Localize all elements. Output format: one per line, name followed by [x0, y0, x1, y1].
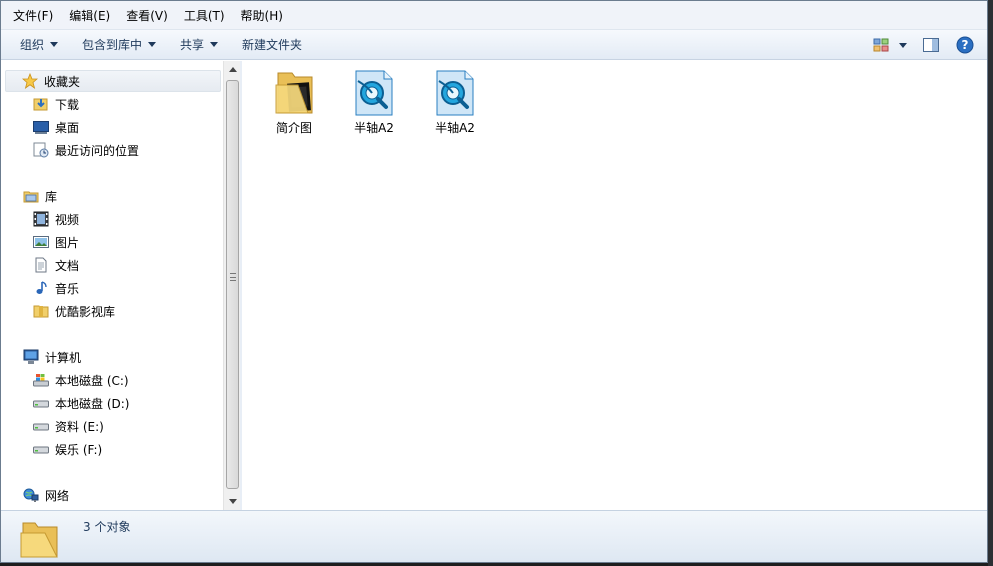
scroll-down-button[interactable] — [224, 493, 241, 510]
picture-icon — [33, 234, 49, 250]
nav-music-label: 音乐 — [55, 281, 80, 296]
nav-desktop[interactable]: 桌面 — [33, 116, 79, 138]
nav-pictures-label: 图片 — [55, 235, 80, 250]
nav-pictures[interactable]: 图片 — [33, 231, 79, 253]
nav-drive-c[interactable]: 本地磁盘 (C:) — [33, 369, 129, 391]
details-pane: 3 个对象 — [1, 510, 987, 562]
hard-drive-icon — [33, 418, 49, 434]
view-grid-icon — [873, 38, 889, 52]
file-name: 半轴A2 — [354, 121, 394, 135]
command-bar: 组织 包含到库中 共享 新建文件夹 ? — [1, 30, 987, 60]
nav-scrollbar[interactable] — [223, 61, 240, 510]
file-list: 简介图 半轴A2 半轴A2 — [242, 61, 987, 510]
nav-youku[interactable]: 优酷影视库 — [33, 300, 115, 322]
navigation-pane: 收藏夹 下载 桌面 最近访问的位置 库 视频 图片 文档 音乐 优酷影视库 计算… — [1, 61, 223, 510]
cad-file-icon — [431, 69, 479, 117]
star-icon — [22, 73, 38, 89]
chevron-down-icon — [50, 42, 59, 47]
include-in-library-button[interactable]: 包含到库中 — [73, 33, 165, 57]
folder-icon — [270, 69, 318, 117]
svg-text:?: ? — [962, 38, 969, 52]
nav-documents[interactable]: 文档 — [33, 254, 79, 276]
cad-file-icon — [350, 69, 398, 117]
grip-icon — [230, 273, 236, 281]
include-in-library-label: 包含到库中 — [82, 38, 143, 52]
menu-tools[interactable]: 工具(T) — [178, 5, 231, 26]
share-label: 共享 — [180, 38, 205, 52]
new-folder-label: 新建文件夹 — [242, 38, 303, 52]
menu-file[interactable]: 文件(F) — [7, 5, 59, 26]
computer-icon — [23, 349, 39, 365]
file-item[interactable]: 半轴A2 — [424, 69, 486, 139]
hard-drive-icon — [33, 395, 49, 411]
download-folder-icon — [33, 96, 49, 112]
nav-drive-d-label: 本地磁盘 (D:) — [55, 396, 130, 411]
nav-recent-label: 最近访问的位置 — [55, 143, 140, 158]
file-item[interactable]: 简介图 — [263, 69, 325, 139]
nav-computer[interactable]: 计算机 — [23, 346, 81, 368]
preview-pane-icon — [923, 38, 939, 52]
nav-documents-label: 文档 — [55, 258, 80, 273]
nav-videos-label: 视频 — [55, 212, 80, 227]
music-icon — [33, 280, 49, 296]
menu-edit[interactable]: 编辑(E) — [63, 5, 116, 26]
file-name: 简介图 — [275, 121, 312, 135]
scroll-up-button[interactable] — [224, 61, 241, 78]
nav-music[interactable]: 音乐 — [33, 277, 79, 299]
explorer-window: 文件(F) 编辑(E) 查看(V) 工具(T) 帮助(H) 组织 包含到库中 共… — [0, 0, 988, 563]
nav-youku-label: 优酷影视库 — [55, 304, 116, 319]
nav-drive-f-label: 娱乐 (F:) — [55, 442, 103, 457]
recent-places-icon — [33, 142, 49, 158]
scroll-thumb[interactable] — [226, 80, 239, 489]
chevron-down-icon — [899, 42, 907, 48]
network-icon — [23, 487, 39, 503]
help-icon: ? — [956, 36, 974, 54]
file-name: 半轴A2 — [435, 121, 475, 135]
nav-videos[interactable]: 视频 — [33, 208, 79, 230]
organize-button[interactable]: 组织 — [11, 33, 67, 57]
new-folder-button[interactable]: 新建文件夹 — [233, 33, 311, 57]
nav-network-label: 网络 — [45, 488, 70, 503]
nav-drive-e-label: 资料 (E:) — [55, 419, 104, 434]
nav-recent[interactable]: 最近访问的位置 — [33, 139, 139, 161]
document-icon — [33, 257, 49, 273]
video-icon — [33, 211, 49, 227]
nav-drive-d[interactable]: 本地磁盘 (D:) — [33, 392, 129, 414]
nav-drive-e[interactable]: 资料 (E:) — [33, 415, 104, 437]
folder-icon — [19, 517, 63, 561]
nav-libraries-label: 库 — [45, 189, 58, 204]
item-count: 3 个对象 — [83, 520, 131, 534]
chevron-up-icon — [228, 67, 237, 72]
organize-label: 组织 — [20, 38, 45, 52]
change-view-button[interactable] — [871, 33, 909, 57]
library-icon — [23, 188, 39, 204]
desktop-icon — [33, 119, 49, 135]
preview-pane-button[interactable] — [919, 33, 943, 57]
share-button[interactable]: 共享 — [171, 33, 227, 57]
nav-drive-c-label: 本地磁盘 (C:) — [55, 373, 129, 388]
file-item[interactable]: 半轴A2 — [343, 69, 405, 139]
nav-downloads-label: 下载 — [55, 97, 80, 112]
nav-network[interactable]: 网络 — [23, 484, 69, 506]
folder-icon — [33, 303, 49, 319]
chevron-down-icon — [228, 499, 237, 504]
help-button[interactable]: ? — [953, 33, 977, 57]
nav-downloads[interactable]: 下载 — [33, 93, 79, 115]
nav-computer-label: 计算机 — [45, 350, 82, 365]
nav-desktop-label: 桌面 — [55, 120, 80, 135]
menu-view[interactable]: 查看(V) — [120, 5, 174, 26]
hard-drive-icon — [33, 441, 49, 457]
nav-favorites[interactable]: 收藏夹 — [5, 70, 221, 92]
background-edge — [988, 0, 993, 566]
menu-bar: 文件(F) 编辑(E) 查看(V) 工具(T) 帮助(H) — [1, 1, 987, 30]
system-drive-icon — [33, 372, 49, 388]
chevron-down-icon — [148, 42, 157, 47]
nav-favorites-label: 收藏夹 — [44, 74, 81, 89]
view-controls: ? — [861, 33, 977, 57]
nav-drive-f[interactable]: 娱乐 (F:) — [33, 438, 102, 460]
nav-libraries[interactable]: 库 — [23, 185, 57, 207]
menu-help[interactable]: 帮助(H) — [235, 5, 289, 26]
chevron-down-icon — [210, 42, 219, 47]
